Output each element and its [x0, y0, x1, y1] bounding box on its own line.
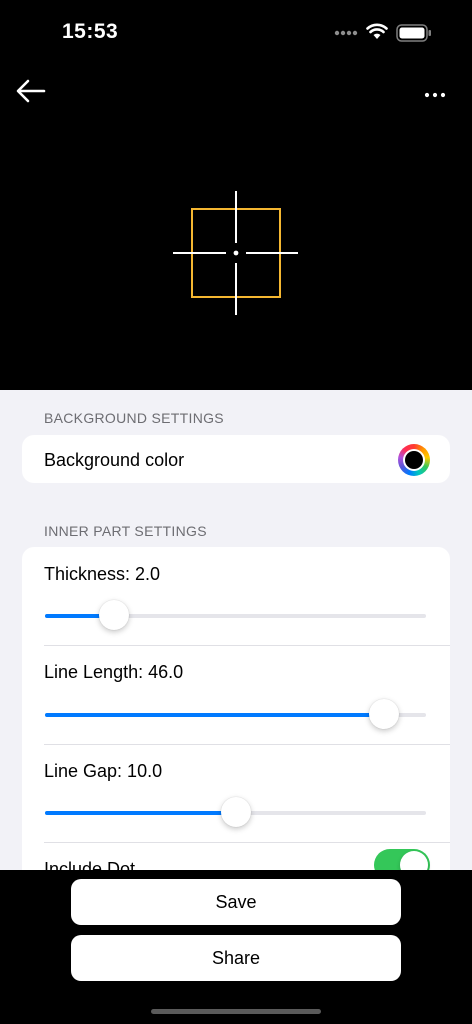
cellular-signal-icon	[334, 30, 358, 36]
selected-color-swatch	[405, 451, 423, 469]
crosshair-preview	[0, 110, 472, 390]
settings-panel: BACKGROUND SETTINGS Background color INN…	[0, 390, 472, 870]
include-dot-toggle[interactable]	[374, 849, 430, 870]
home-indicator	[151, 1009, 321, 1014]
share-button[interactable]: Share	[71, 935, 401, 981]
line-length-slider-fill	[45, 713, 385, 717]
crosshair-preview-icon	[173, 191, 298, 315]
line-length-slider-thumb[interactable]	[369, 699, 400, 729]
thickness-slider[interactable]	[45, 600, 426, 630]
status-bar: 15:53	[0, 0, 472, 64]
line-gap-slider[interactable]	[45, 797, 426, 827]
toggle-knob	[400, 851, 428, 870]
background-color-label: Background color	[44, 450, 185, 470]
inner-part-settings-card: Thickness: 2.0 Line Length: 46.0 Line Ga…	[22, 547, 450, 870]
color-picker-well[interactable]	[398, 444, 430, 476]
line-gap-label: Line Gap: 10.0	[44, 761, 163, 781]
save-button[interactable]: Save	[71, 879, 401, 925]
line-length-label: Line Length: 46.0	[44, 662, 184, 682]
status-time: 15:53	[62, 20, 119, 43]
background-settings-header: BACKGROUND SETTINGS	[44, 410, 224, 426]
wifi-icon	[366, 23, 388, 39]
screen: 15:53 BACKGROUND SETTINGS Background col…	[0, 0, 472, 1024]
line-gap-slider-fill	[45, 811, 236, 815]
back-arrow-icon[interactable]	[14, 76, 48, 106]
thickness-row: Thickness: 2.0	[22, 547, 450, 645]
include-dot-label: Include Dot	[44, 859, 136, 870]
line-length-row: Line Length: 46.0	[22, 646, 450, 744]
battery-icon	[396, 24, 431, 42]
inner-part-settings-header: INNER PART SETTINGS	[44, 523, 207, 539]
thickness-slider-thumb[interactable]	[98, 600, 129, 630]
line-gap-slider-thumb[interactable]	[220, 797, 251, 827]
include-dot-row[interactable]: Include Dot	[22, 843, 450, 870]
thickness-label: Thickness: 2.0	[44, 564, 161, 584]
bottom-action-bar: Save Share	[0, 870, 472, 1024]
more-options-icon[interactable]	[420, 84, 450, 104]
line-length-slider[interactable]	[45, 699, 426, 729]
line-gap-row: Line Gap: 10.0	[22, 744, 450, 842]
background-color-row[interactable]: Background color	[22, 435, 450, 483]
